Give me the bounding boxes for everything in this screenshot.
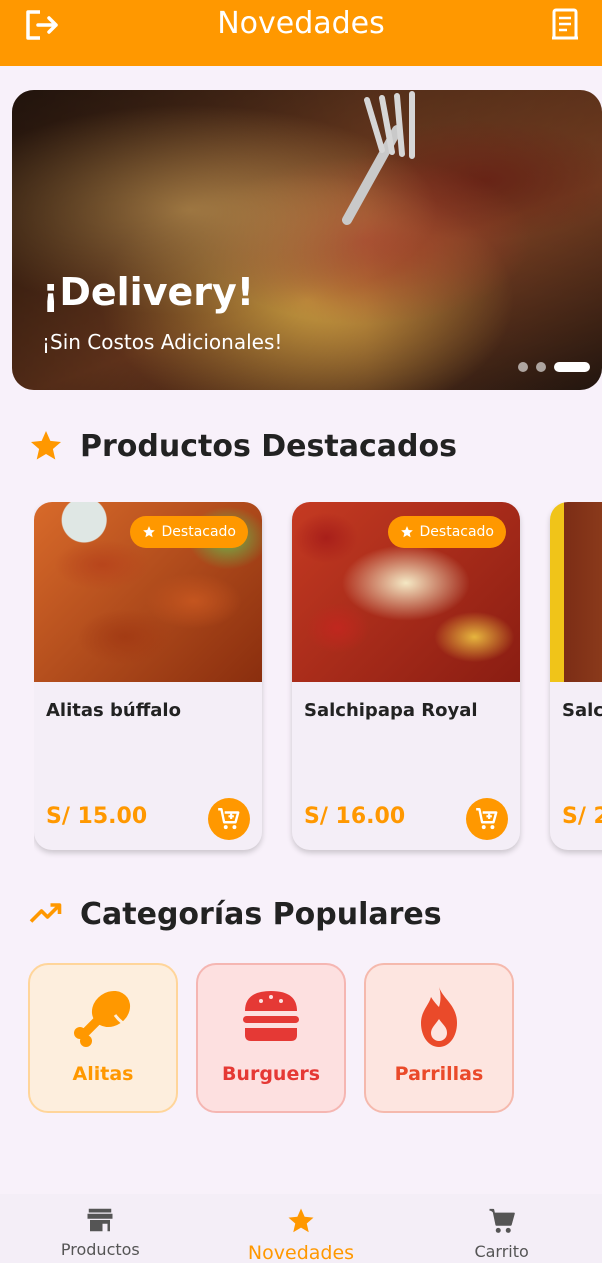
add-cart-icon — [476, 808, 498, 830]
carousel-dot[interactable] — [518, 362, 528, 372]
nav-productos[interactable]: Productos — [0, 1194, 200, 1259]
nav-label: Productos — [60, 1240, 140, 1259]
nav-carrito[interactable]: Carrito — [402, 1194, 602, 1261]
featured-title: Productos Destacados — [80, 428, 457, 464]
product-image — [550, 502, 602, 682]
star-icon — [400, 526, 413, 538]
app-bar: Novedades — [0, 0, 602, 66]
banner-subtitle: ¡Sin Costos Adicionales! — [42, 330, 283, 354]
category-label: Burguers — [221, 1063, 321, 1085]
promo-banner[interactable]: ¡Delivery! ¡Sin Costos Adicionales! — [12, 90, 602, 390]
carousel-indicator — [518, 362, 590, 372]
category-parrillas[interactable]: Parrillas — [364, 963, 514, 1113]
product-name: Salchipapa Royal — [304, 700, 478, 721]
category-label: Alitas — [72, 1063, 134, 1085]
nav-label: Novedades — [247, 1242, 355, 1263]
star-icon — [288, 1208, 314, 1233]
drumstick-icon — [74, 990, 131, 1047]
product-price: S/ 15.00 — [46, 804, 148, 829]
fork-illustration — [342, 91, 415, 225]
category-label: Parrillas — [394, 1063, 484, 1085]
carousel-dot[interactable] — [536, 362, 546, 372]
trending-up-icon — [29, 903, 62, 923]
product-name: Alitas búffalo — [46, 700, 181, 721]
store-icon — [87, 1208, 113, 1232]
badge-label: Destacado — [419, 524, 494, 540]
page-title: Novedades — [217, 5, 385, 41]
product-card[interactable]: Destacado Salchipapa Royal S/ 16.00 — [292, 502, 520, 850]
featured-badge: Destacado — [387, 516, 506, 548]
featured-badge: Destacado — [129, 516, 248, 548]
carousel-dot-active[interactable] — [554, 362, 590, 372]
burger-icon — [243, 991, 299, 1041]
nav-label: Carrito — [474, 1242, 529, 1261]
product-name: Salc — [562, 700, 602, 721]
featured-section-header: Productos Destacados — [28, 428, 457, 464]
nav-novedades[interactable]: Novedades — [201, 1194, 401, 1263]
product-price: S/ 16.00 — [304, 804, 406, 829]
banner-title: ¡Delivery! — [42, 270, 255, 314]
categories-section-header: Categorías Populares — [28, 896, 442, 932]
add-cart-icon — [218, 808, 240, 830]
category-burguers[interactable]: Burguers — [196, 963, 346, 1113]
add-to-cart-button[interactable] — [466, 798, 508, 840]
star-icon — [31, 431, 61, 460]
category-alitas[interactable]: Alitas — [28, 963, 178, 1113]
product-price: S/ 2 — [562, 804, 602, 829]
fire-icon — [421, 987, 457, 1047]
bottom-navigation: Productos Novedades Carrito — [0, 1194, 602, 1263]
badge-label: Destacado — [161, 524, 236, 540]
categories-list: Alitas Burguers Parrillas — [28, 963, 514, 1113]
add-to-cart-button[interactable] — [208, 798, 250, 840]
logout-icon — [26, 10, 58, 40]
featured-carousel[interactable]: Destacado Alitas búffalo S/ 15.00 Destac… — [34, 502, 602, 862]
product-card[interactable]: Destacado Alitas búffalo S/ 15.00 — [34, 502, 262, 850]
star-icon — [142, 526, 155, 538]
product-card[interactable]: Salc S/ 2 — [550, 502, 602, 850]
orders-button[interactable] — [550, 8, 580, 42]
receipt-icon — [552, 8, 578, 40]
categories-title: Categorías Populares — [80, 896, 442, 932]
logout-button[interactable] — [24, 8, 60, 42]
cart-icon — [489, 1208, 515, 1233]
